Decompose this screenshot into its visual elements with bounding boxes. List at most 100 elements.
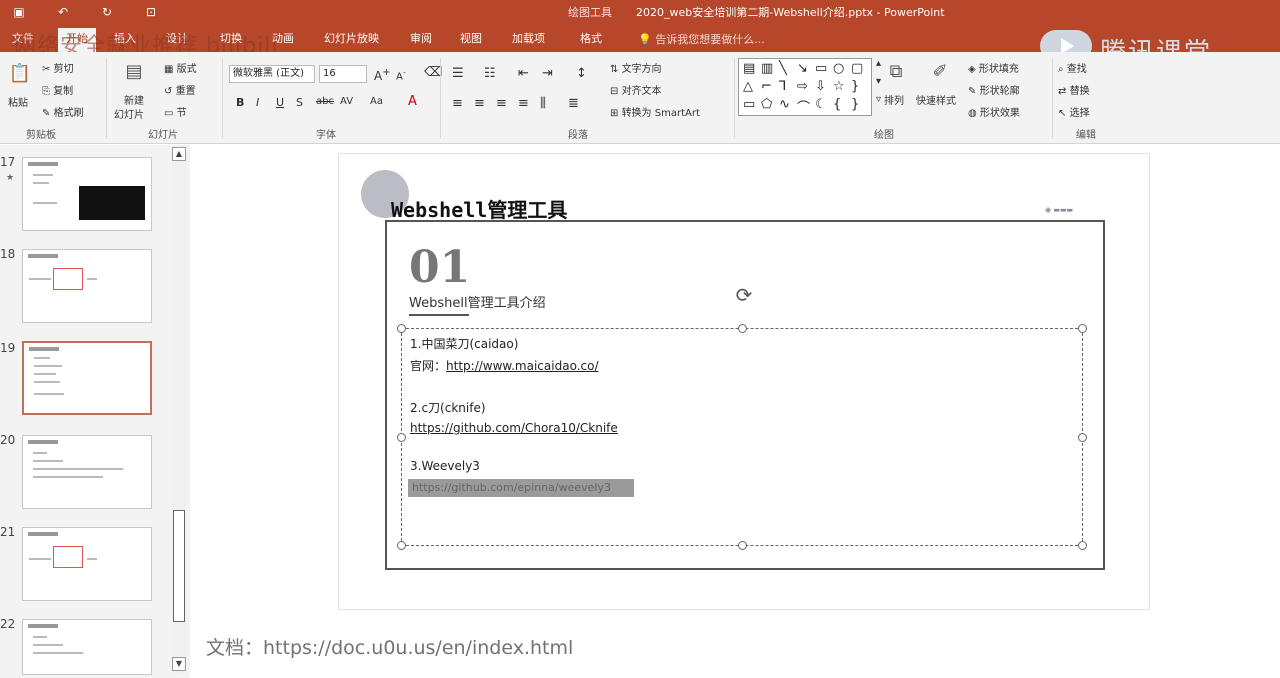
shape-effects-button[interactable]: ◍ 形状效果 <box>968 104 1020 119</box>
grow-font-icon[interactable]: A+ <box>374 67 391 83</box>
curved-arrow-shape-icon[interactable]: ⇨ <box>797 79 808 94</box>
tab-view[interactable]: 视图 <box>460 30 482 46</box>
rounded-rect-shape-icon[interactable]: ▢ <box>851 61 863 76</box>
change-case-icon[interactable]: Aa <box>370 96 383 107</box>
resize-handle[interactable] <box>1078 324 1087 333</box>
resize-handle[interactable] <box>397 541 406 550</box>
font-size-select[interactable]: 16 <box>319 65 367 83</box>
paste-button[interactable]: 粘贴 <box>8 94 28 109</box>
shrink-font-icon[interactable]: A- <box>396 67 406 82</box>
tab-review[interactable]: 审阅 <box>410 30 432 46</box>
justify-icon[interactable]: ≡ <box>518 96 529 111</box>
thumbnail-slide-18[interactable] <box>22 249 152 323</box>
cknife-link[interactable]: https://github.com/Chora10/Cknife <box>410 421 618 435</box>
italic-icon[interactable]: I <box>256 96 259 109</box>
resize-handle[interactable] <box>397 433 406 442</box>
rectangle-shape-icon[interactable]: ▭ <box>815 61 827 76</box>
align-right-icon[interactable]: ≡ <box>496 96 507 111</box>
moon-shape-icon[interactable]: ☾ <box>815 97 827 112</box>
underline-icon[interactable]: U <box>276 96 284 109</box>
content-frame[interactable]: 01 Webshell管理工具介绍 ⟳ 1.中国菜刀(caidao) 官网：ht… <box>385 220 1105 570</box>
section-button[interactable]: ▭ 节 <box>164 104 187 119</box>
slide-title[interactable]: Webshell管理工具 <box>391 194 567 223</box>
tab-format[interactable]: 格式 <box>580 30 602 46</box>
align-left-icon[interactable]: ≡ <box>452 96 463 111</box>
cut-button[interactable]: ✂ 剪切 <box>42 60 74 75</box>
bold-icon[interactable]: B <box>236 96 244 109</box>
numbering-icon[interactable]: ☷ <box>484 66 496 81</box>
oval-shape-icon[interactable]: ○ <box>833 61 844 76</box>
arrange-button[interactable]: 排列 <box>884 92 904 107</box>
scroll-down-icon[interactable]: ▼ <box>172 657 186 671</box>
save-icon[interactable]: ▣ <box>8 2 30 22</box>
star-shape-icon[interactable]: ☆ <box>833 79 845 94</box>
thumbnails-scrollbar[interactable]: ▲ ▼ <box>172 145 186 673</box>
tell-me-search[interactable]: 💡 告诉我您想要做什么... <box>638 31 765 47</box>
thumbnail-slide-20[interactable] <box>22 435 152 509</box>
strikethrough-icon[interactable]: abc <box>316 96 334 107</box>
right-brace-shape-icon[interactable]: } <box>851 97 859 112</box>
shapes-gallery[interactable]: ▤ ▥ ╲ ↘ ▭ ○ ▢ △ ⌐ ⅂ ⇨ ⇩ ☆ } ▭ ⬠ ∿ ⌒ ☾ { … <box>738 58 872 116</box>
quick-styles-button[interactable]: 快速样式 <box>916 92 956 107</box>
thumbnail-slide-19[interactable] <box>22 341 152 415</box>
reset-button[interactable]: ↺ 重置 <box>164 82 196 97</box>
paste-icon[interactable]: 📋 <box>4 60 36 88</box>
rotate-handle-icon[interactable]: ⟳ <box>733 284 755 306</box>
quick-styles-icon[interactable]: ✐ <box>924 58 956 86</box>
resize-handle[interactable] <box>738 324 747 333</box>
arrow-line-shape-icon[interactable]: ↘ <box>797 61 808 76</box>
tab-slideshow[interactable]: 幻灯片放映 <box>324 30 379 46</box>
font-name-select[interactable]: 微软雅黑 (正文) <box>229 65 315 83</box>
new-slide-button[interactable]: 新建 <box>124 92 144 107</box>
shape-outline-button[interactable]: ✎ 形状轮廓 <box>968 82 1020 97</box>
bullets-icon[interactable]: ☰ <box>452 66 464 81</box>
brace-shape-icon[interactable]: } <box>851 79 859 94</box>
connector-shape-icon[interactable]: ⅂ <box>779 79 786 94</box>
copy-button[interactable]: ⎘ 复制 <box>42 82 73 97</box>
thumbnail-slide-21[interactable] <box>22 527 152 601</box>
resize-handle[interactable] <box>397 324 406 333</box>
text-direction-button[interactable]: ⇅ 文字方向 <box>610 60 662 75</box>
format-painter-button[interactable]: ✎ 格式刷 <box>42 104 84 119</box>
left-brace-shape-icon[interactable]: { <box>833 97 841 112</box>
shape-fill-button[interactable]: ◈ 形状填充 <box>968 60 1019 75</box>
tab-addins[interactable]: 加载项 <box>512 30 545 46</box>
redo-icon[interactable]: ↻ <box>96 2 118 22</box>
thumbnail-slide-22[interactable] <box>22 619 152 675</box>
align-text-button[interactable]: ⊟ 对齐文本 <box>610 82 662 97</box>
columns-icon[interactable]: ⫼ <box>540 96 546 111</box>
thumbnail-slide-17[interactable] <box>22 157 152 231</box>
char-spacing-icon[interactable]: AV <box>340 96 353 107</box>
vertical-textbox-shape-icon[interactable]: ▥ <box>761 61 773 76</box>
line-spacing-icon[interactable]: ↕ <box>576 66 587 81</box>
gallery-more-icon[interactable]: ▿ <box>876 94 881 105</box>
scroll-thumb[interactable] <box>173 510 185 622</box>
arrange-icon[interactable]: ⧉ <box>880 58 912 86</box>
line-shape-icon[interactable]: ╲ <box>779 61 787 76</box>
layout-button[interactable]: ▦ 版式 <box>164 60 197 75</box>
select-button[interactable]: ↖ 选择 <box>1058 104 1090 119</box>
selected-textbox[interactable]: 1.中国菜刀(caidao) 官网：http://www.maicaidao.c… <box>397 324 1087 550</box>
bracket-shape-icon[interactable]: ⌒ <box>797 97 810 116</box>
align-center-icon[interactable]: ≡ <box>474 96 485 111</box>
paragraph-options-icon[interactable]: ≣ <box>568 96 579 111</box>
resize-handle[interactable] <box>738 541 747 550</box>
caidao-link[interactable]: http://www.maicaidao.co/ <box>446 359 598 373</box>
callout-shape-icon[interactable]: ▭ <box>743 97 755 112</box>
resize-handle[interactable] <box>1078 433 1087 442</box>
textbox-shape-icon[interactable]: ▤ <box>743 61 755 76</box>
font-color-icon[interactable]: A <box>408 94 417 109</box>
curve-shape-icon[interactable]: ∿ <box>779 97 790 112</box>
start-from-beginning-icon[interactable]: ⊡ <box>140 2 162 22</box>
find-button[interactable]: ⌕ 查找 <box>1058 60 1087 75</box>
block-arrow-shape-icon[interactable]: ⇩ <box>815 79 826 94</box>
increase-indent-icon[interactable]: ⇥ <box>542 66 553 81</box>
new-slide-icon[interactable]: ▤ <box>118 58 150 86</box>
undo-icon[interactable]: ↶ <box>52 2 74 22</box>
elbow-connector-shape-icon[interactable]: ⌐ <box>761 79 772 94</box>
triangle-shape-icon[interactable]: △ <box>743 79 753 94</box>
weevely-link-highlighted[interactable]: https://github.com/epinna/weevely3 <box>408 479 634 497</box>
shadow-icon[interactable]: S <box>296 96 303 109</box>
smartart-button[interactable]: ⊞ 转换为 SmartArt <box>610 104 700 119</box>
decrease-indent-icon[interactable]: ⇤ <box>518 66 529 81</box>
